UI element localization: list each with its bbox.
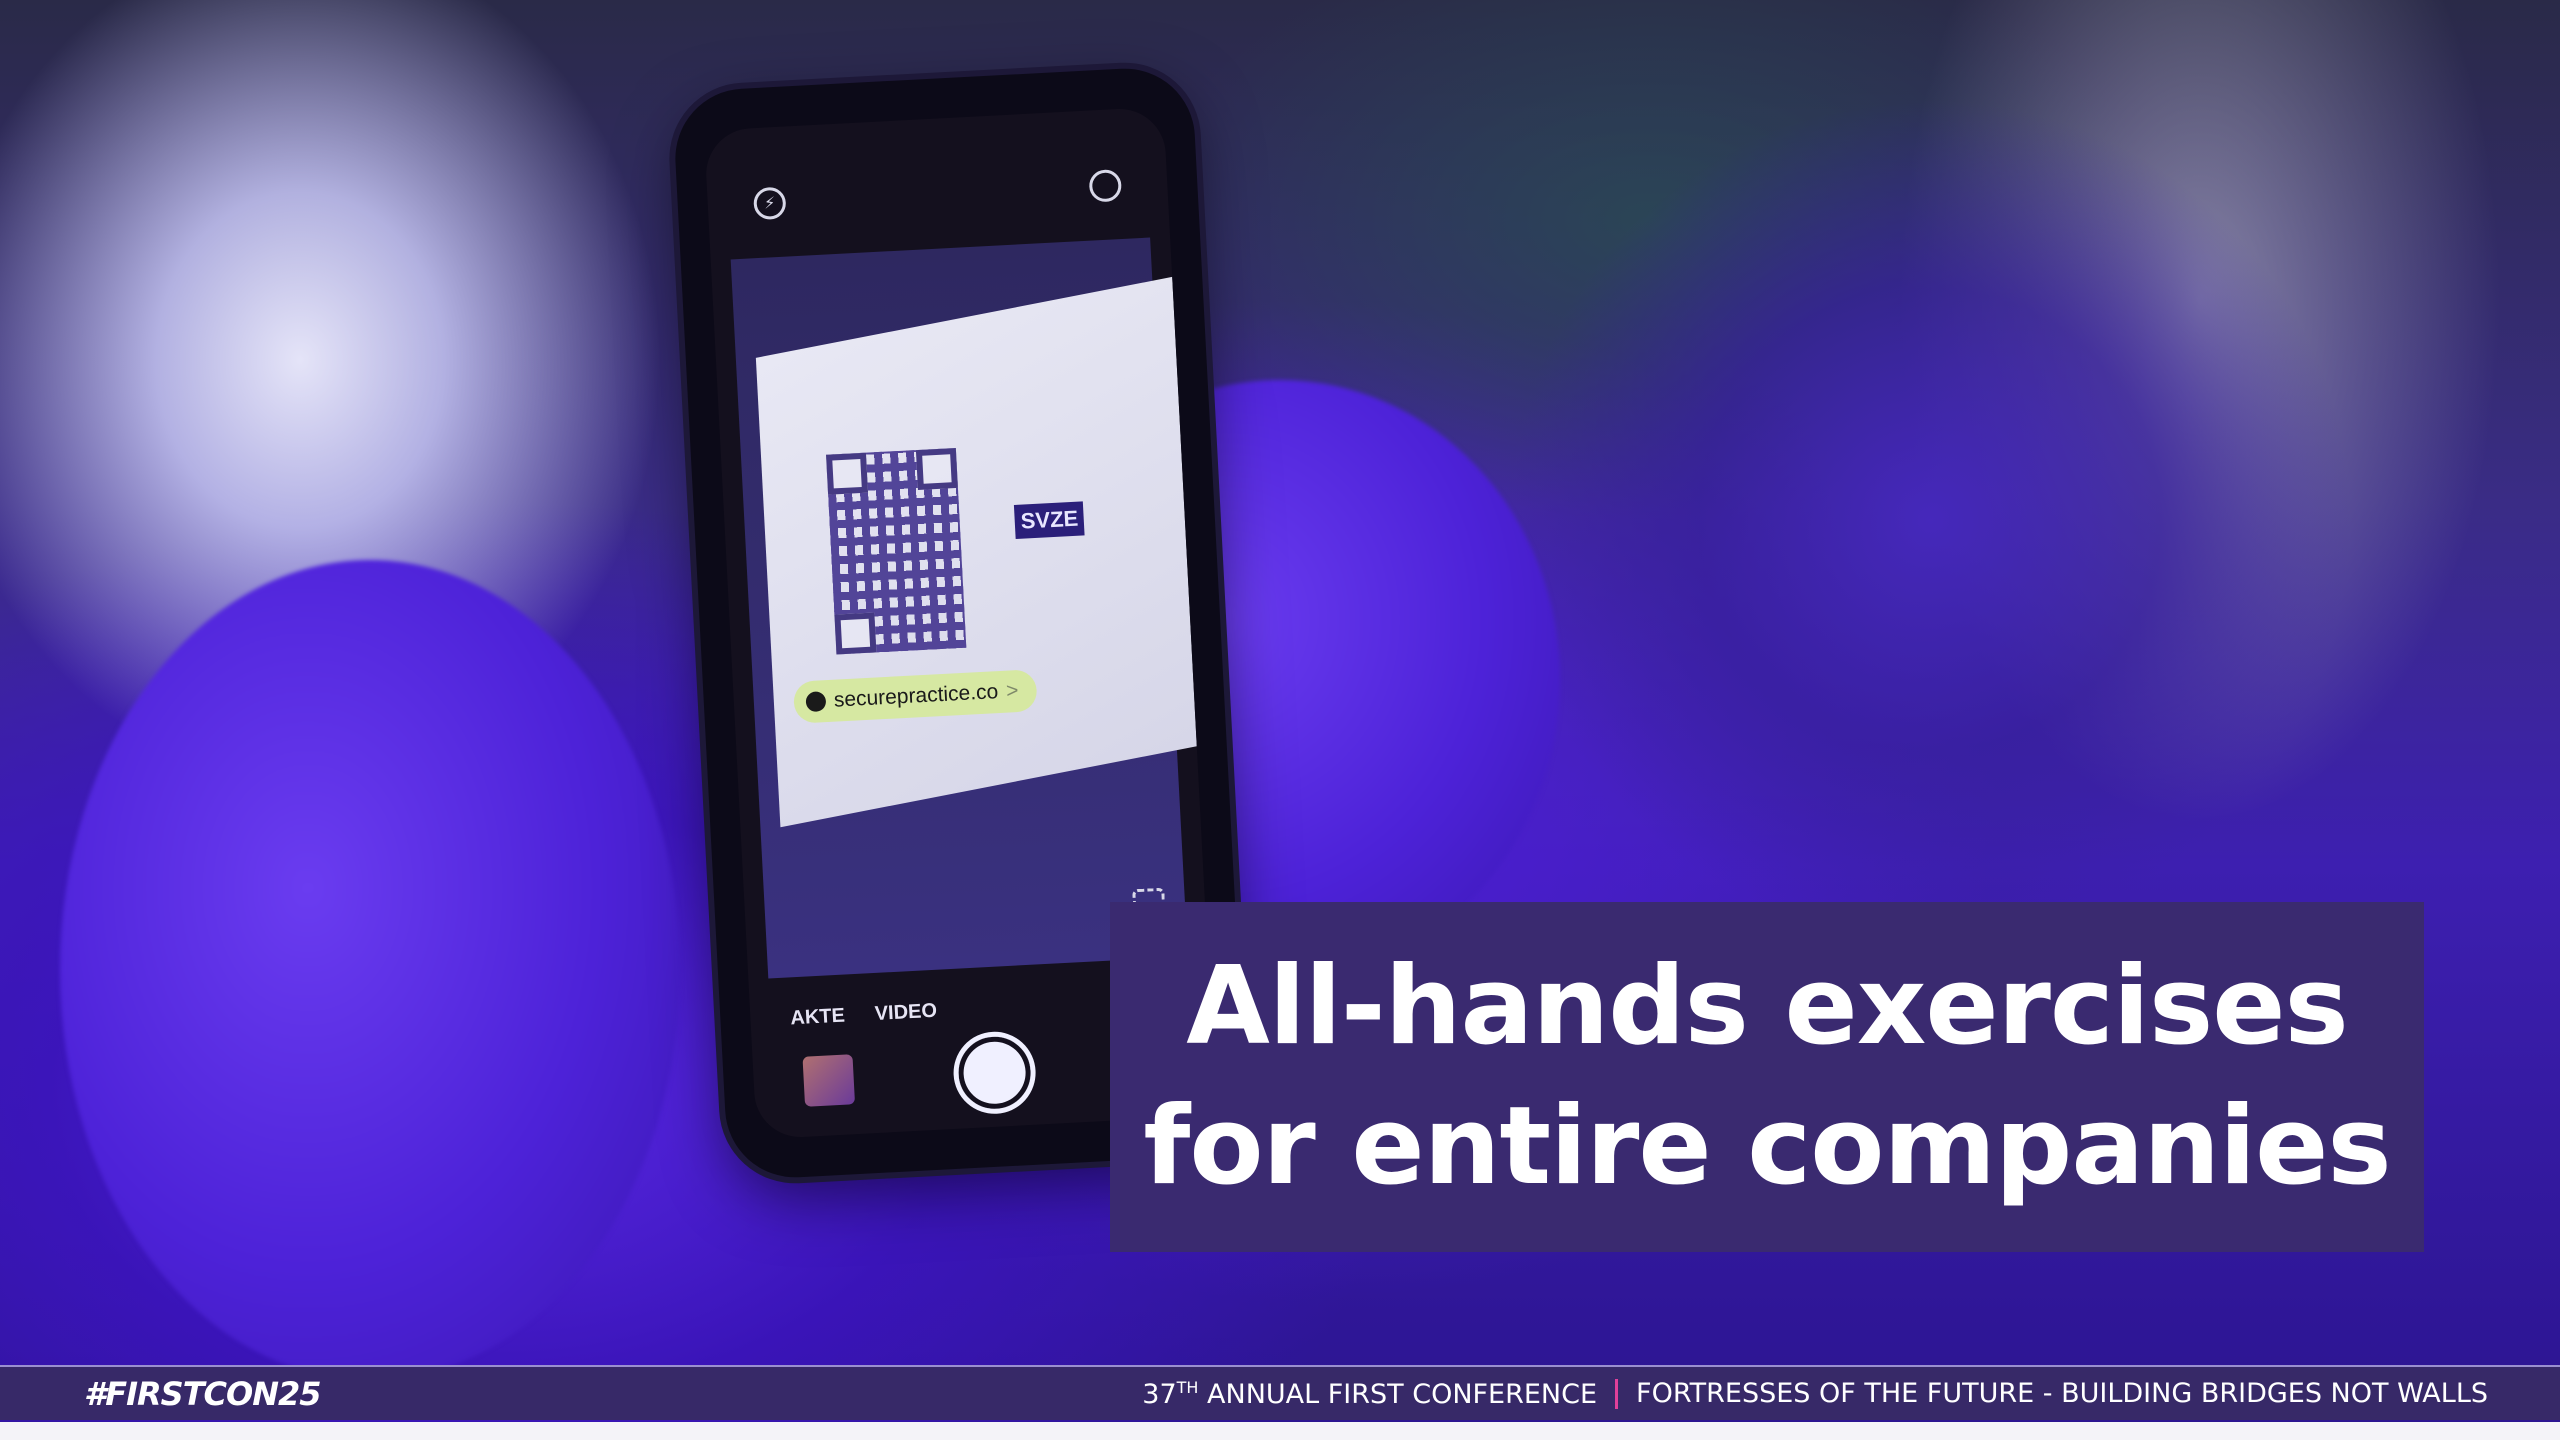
footer-bar: #FIRSTCON25 37TH ANNUAL FIRST CONFERENCE… (0, 1365, 2560, 1420)
last-photo-thumbnail[interactable] (802, 1054, 856, 1107)
compass-icon (805, 691, 827, 713)
footer-strip (0, 1422, 2560, 1440)
sign-text: SVZE (1013, 501, 1086, 539)
live-photo-icon[interactable] (1088, 168, 1123, 203)
edition-number: 37 (1142, 1378, 1177, 1410)
left-hand (60, 560, 680, 1380)
camera-mode-bar: AKTE VIDEO (790, 1000, 938, 1031)
footer-tagline: FORTRESSES OF THE FUTURE - BUILDING BRID… (1636, 1378, 2488, 1409)
caption-line-1: All-hands exercises (1186, 944, 2349, 1069)
chevron-right-icon: > (1005, 679, 1020, 703)
caption-line-2: for entire companies (1143, 1084, 2391, 1209)
qr-url-text: securepractice.co (833, 680, 999, 712)
qr-finder-top-right (915, 447, 958, 491)
paper-sheet (755, 276, 1197, 828)
mode-video[interactable]: VIDEO (874, 1000, 937, 1026)
shutter-button[interactable] (951, 1029, 1038, 1116)
qr-finder-bottom-left (834, 612, 877, 655)
camera-viewfinder: SVZE (730, 237, 1197, 979)
edition-suffix: TH (1176, 1377, 1199, 1397)
qr-code (826, 447, 967, 655)
slide: ⚡ SVZE securepractice.co > AKTE VIDEO Al… (0, 0, 2560, 1440)
flash-off-icon[interactable]: ⚡ (752, 186, 787, 221)
caption-box: All-hands exercises for entire companies (1110, 902, 2424, 1252)
mode-photo[interactable]: AKTE (790, 1005, 846, 1031)
conference-name: ANNUAL FIRST CONFERENCE (1207, 1378, 1598, 1410)
footer-divider (1615, 1378, 1619, 1409)
footer-conference-info: 37TH ANNUAL FIRST CONFERENCE FORTRESSES … (1142, 1378, 2488, 1410)
footer-edition: 37TH ANNUAL FIRST CONFERENCE (1142, 1378, 1597, 1410)
footer-hashtag: #FIRSTCON25 (84, 1374, 322, 1413)
qr-finder-top-left (826, 452, 869, 495)
